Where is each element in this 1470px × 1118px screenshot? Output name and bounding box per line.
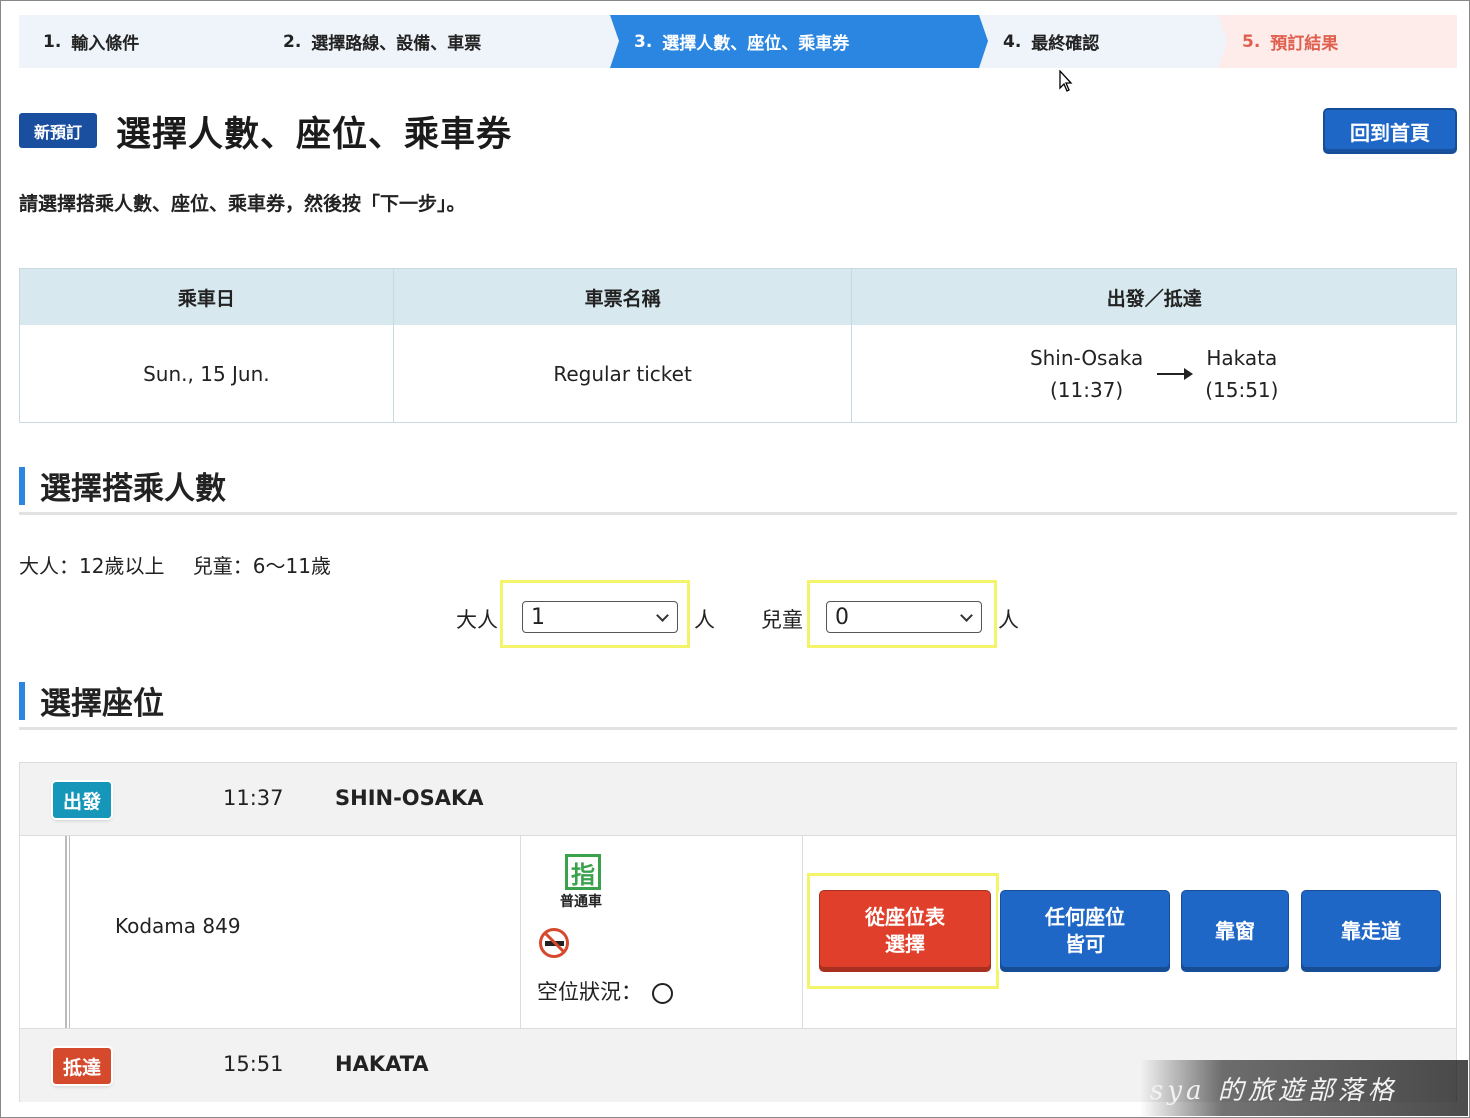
- button-line: 皆可: [1065, 932, 1105, 956]
- arrival-tag: 抵達: [53, 1048, 111, 1084]
- train-seat-table: 出發 11:37 SHIN-OSAKA Kodama 849 指 普通車 空位狀…: [19, 762, 1457, 1102]
- trip-summary-table: 乘車日 車票名稱 出發／抵達 Sun., 15 Jun. Regular tic…: [19, 268, 1457, 423]
- child-unit: 人: [998, 608, 1019, 632]
- heading-accent-bar: [19, 682, 25, 720]
- step-final-confirmation: 4. 最終確認: [979, 15, 1227, 68]
- adult-age-note: 大人：12歲以上: [19, 554, 165, 578]
- step-chevron: [259, 15, 268, 68]
- seat-section-heading: 選擇座位: [19, 678, 1457, 730]
- header-travel-date: 乘車日: [20, 269, 394, 325]
- availability-label: 空位狀況：: [537, 980, 642, 1004]
- train-name: Kodama 849: [115, 914, 241, 938]
- arrival-station: HAKATA: [335, 1052, 429, 1076]
- passenger-section-heading: 選擇搭乘人數: [19, 463, 1457, 515]
- departure-time: 11:37: [223, 786, 284, 810]
- column-divider: [520, 836, 521, 1028]
- route: Shin-Osaka (11:37) Hakata (15:51): [1030, 342, 1279, 406]
- destination: Hakata (15:51): [1205, 342, 1278, 406]
- arrival-time: 15:51: [223, 1052, 284, 1076]
- child-count-select[interactable]: 0: [826, 601, 982, 633]
- step-label: 輸入條件: [71, 34, 140, 54]
- aisle-seat-button[interactable]: 靠走道: [1301, 890, 1441, 972]
- step-label: 預訂結果: [1270, 34, 1339, 54]
- route-line: [69, 836, 70, 1028]
- adult-count-value: 1: [531, 604, 545, 630]
- route-cell: Shin-Osaka (11:37) Hakata (15:51): [852, 325, 1456, 423]
- step-chevron: [1218, 15, 1227, 68]
- origin: Shin-Osaka (11:37): [1030, 342, 1143, 406]
- origin-station: Shin-Osaka: [1029, 346, 1144, 370]
- seat-section-title: 選擇座位: [40, 686, 164, 722]
- age-note: 大人：12歲以上 兒童：6〜11歲: [19, 550, 353, 579]
- child-label: 兒童: [761, 608, 803, 632]
- step-number: 2.: [283, 31, 302, 52]
- departure-row: 出發 11:37 SHIN-OSAKA: [20, 763, 1456, 836]
- step-label: 選擇人數、座位、乘車券: [662, 34, 850, 54]
- header-departure-arrival: 出發／抵達: [1106, 287, 1202, 310]
- availability: 空位狀況：: [537, 976, 673, 1006]
- button-line: 從座位表: [865, 905, 945, 929]
- destination-station: Hakata: [1206, 346, 1278, 370]
- select-from-seat-map-button[interactable]: 從座位表 選擇: [819, 890, 991, 972]
- origin-time: (11:37): [1049, 378, 1124, 402]
- step-passengers-seat-current: 3. 選擇人數、座位、乘車券: [610, 15, 988, 68]
- summary-body-row: Sun., 15 Jun. Regular ticket Shin-Osaka …: [20, 325, 1456, 423]
- departure-station: SHIN-OSAKA: [335, 786, 484, 810]
- adult-count-select[interactable]: 1: [522, 601, 678, 633]
- departure-tag: 出發: [53, 782, 111, 818]
- page-title: 選擇人數、座位、乘車券: [116, 115, 513, 155]
- child-count-value: 0: [835, 604, 849, 630]
- step-label: 最終確認: [1031, 34, 1100, 54]
- button-line: 任何座位: [1045, 905, 1125, 929]
- step-input-conditions: 1. 輸入條件: [19, 15, 268, 68]
- reserved-seat-icon: 指: [565, 854, 601, 890]
- step-number: 4.: [1003, 31, 1022, 52]
- no-smoking-icon: [539, 928, 569, 958]
- travel-date: Sun., 15 Jun.: [20, 325, 394, 423]
- chevron-down-icon: [960, 609, 973, 622]
- route-line: [65, 836, 67, 1028]
- step-number: 3.: [634, 31, 653, 52]
- step-label: 選擇路線、設備、車票: [311, 34, 482, 54]
- step-chevron: [979, 15, 988, 68]
- booking-steps: 1. 輸入條件 2. 選擇路線、設備、車票 3. 選擇人數、座位、乘車券 4. …: [19, 15, 1457, 68]
- ticket-name: Regular ticket: [394, 325, 853, 423]
- chevron-down-icon: [656, 609, 669, 622]
- step-number: 5.: [1242, 31, 1261, 52]
- blog-watermark: sya 的旅遊部落格: [1140, 1060, 1468, 1116]
- heading-accent-bar: [19, 467, 25, 505]
- available-circle-icon: [652, 982, 673, 1004]
- summary-header-row: 乘車日 車票名稱 出發／抵達: [20, 269, 1456, 325]
- instruction-text: 請選擇搭乘人數、座位、乘車券，然後按「下一步」。: [19, 193, 466, 215]
- car-type-label: 普通車: [560, 894, 602, 910]
- header-ticket-name: 車票名稱: [394, 269, 853, 325]
- arrow-right-icon: [1157, 368, 1194, 380]
- new-booking-badge: 新預訂: [19, 113, 97, 148]
- any-seat-button[interactable]: 任何座位 皆可: [1000, 890, 1170, 972]
- back-to-home-button[interactable]: 回到首頁: [1323, 108, 1457, 154]
- adult-label: 大人: [456, 608, 498, 632]
- passenger-section-title: 選擇搭乘人數: [40, 471, 226, 507]
- adult-unit: 人: [694, 608, 715, 632]
- step-route-facility-ticket: 2. 選擇路線、設備、車票: [259, 15, 619, 68]
- step-booking-result: 5. 預訂結果: [1218, 15, 1457, 68]
- step-number: 1.: [43, 31, 62, 52]
- button-line: 選擇: [885, 932, 925, 956]
- child-age-note: 兒童：6〜11歲: [192, 554, 331, 578]
- step-chevron: [610, 15, 619, 68]
- window-seat-button[interactable]: 靠窗: [1181, 890, 1289, 972]
- destination-time: (15:51): [1205, 378, 1279, 402]
- train-row: Kodama 849 指 普通車 空位狀況： 從座位表 選擇 任何座位 皆可 靠…: [20, 836, 1456, 1028]
- column-divider: [802, 836, 803, 1028]
